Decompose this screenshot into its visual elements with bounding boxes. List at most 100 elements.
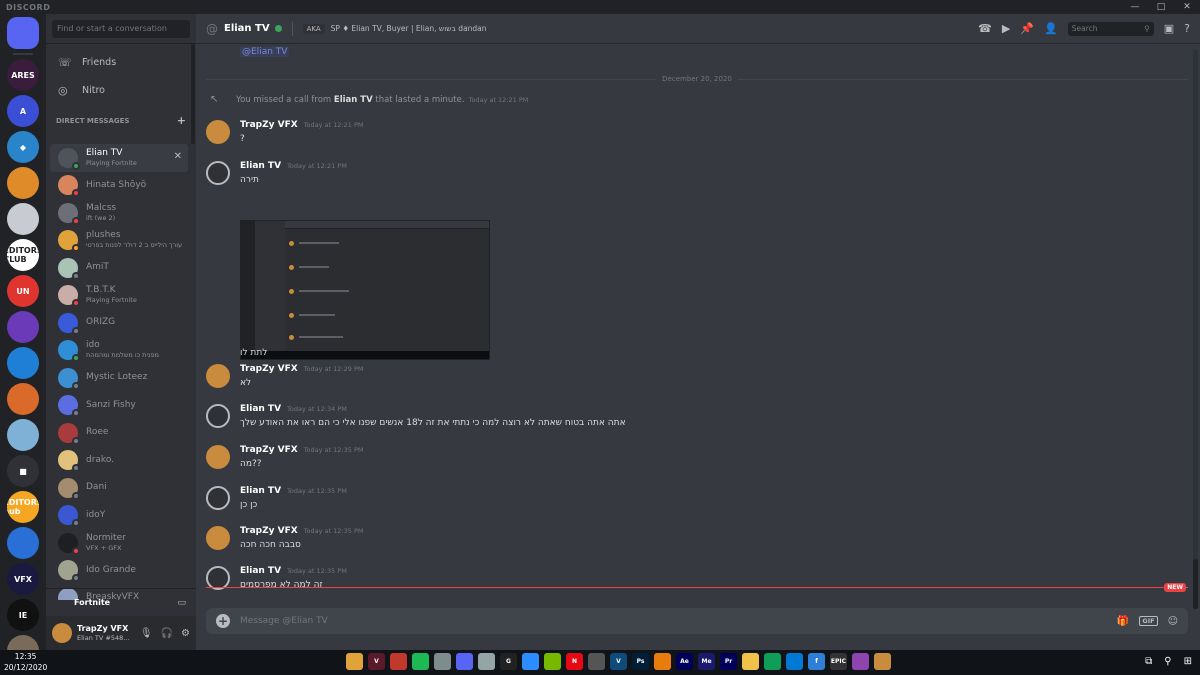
start-windows-icon[interactable]: ⊞	[1184, 656, 1192, 667]
dm-scrollbar[interactable]	[191, 44, 195, 144]
taskbar-app-icon[interactable]: Me	[698, 653, 715, 670]
dm-item[interactable]: ido מפנית כו משלמת ומהמהת	[50, 337, 188, 365]
taskbar-app-icon[interactable]: V	[368, 653, 385, 670]
upload-plus-icon[interactable]: +	[216, 614, 230, 628]
server-icon[interactable]: ARES	[7, 59, 39, 91]
taskbar-app-icon[interactable]	[390, 653, 407, 670]
dm-item[interactable]: idoY	[50, 502, 188, 530]
message-author[interactable]: TrapZy VFX	[240, 364, 298, 374]
taskbar-app-icon[interactable]	[874, 653, 891, 670]
server-icon[interactable]: ◆	[7, 131, 39, 163]
dm-item[interactable]: AmiT	[50, 254, 188, 282]
server-icon[interactable]: UN	[7, 275, 39, 307]
find-conversation-input[interactable]: Find or start a conversation	[52, 20, 190, 38]
dm-item[interactable]: drako.	[50, 447, 188, 475]
chat-scrollbar[interactable]	[1193, 49, 1198, 609]
message-author[interactable]: Elian TV	[240, 404, 281, 414]
message-avatar[interactable]	[206, 445, 230, 469]
taskbar-app-icon[interactable]: Pr	[720, 653, 737, 670]
taskbar-app-icon[interactable]	[478, 653, 495, 670]
nitro-nav[interactable]: ◎ Nitro	[46, 76, 196, 104]
pinned-messages-icon[interactable]: 📌	[1020, 22, 1034, 35]
taskbar-app-icon[interactable]: Ae	[676, 653, 693, 670]
taskbar-app-icon[interactable]	[588, 653, 605, 670]
taskbar-app-icon[interactable]	[764, 653, 781, 670]
server-icon[interactable]	[7, 635, 39, 650]
taskbar-app-icon[interactable]	[434, 653, 451, 670]
maximize-button[interactable]: □	[1148, 2, 1174, 12]
dm-item[interactable]: Elian TV Playing Fortnite ✕	[50, 144, 188, 172]
taskbar-app-icon[interactable]	[852, 653, 869, 670]
message-author[interactable]: Elian TV	[240, 486, 281, 496]
server-icon[interactable]	[7, 203, 39, 235]
gif-button[interactable]: GIF	[1139, 616, 1158, 626]
taskbar-app-icon[interactable]	[742, 653, 759, 670]
taskbar-app-icon[interactable]	[654, 653, 671, 670]
message-author[interactable]: Elian TV	[240, 161, 281, 171]
message-avatar[interactable]	[206, 404, 230, 428]
server-icon[interactable]: A	[7, 95, 39, 127]
taskbar-app-icon[interactable]: EPIC	[830, 653, 847, 670]
server-icon[interactable]: ■	[7, 455, 39, 487]
taskbar-app-icon[interactable]: N	[566, 653, 583, 670]
headphones-icon[interactable]: 🎧	[161, 628, 173, 639]
settings-gear-icon[interactable]: ⚙	[181, 628, 190, 639]
gift-icon[interactable]: 🎁	[1117, 616, 1129, 627]
close-window-button[interactable]: ✕	[1174, 2, 1200, 12]
message-author[interactable]: TrapZy VFX	[240, 120, 298, 130]
server-icon[interactable]: EDITORS CLUB	[7, 239, 39, 271]
video-call-icon[interactable]: ▶	[1002, 22, 1010, 35]
inbox-icon[interactable]: ▣	[1164, 22, 1174, 35]
screenshot-attachment[interactable]	[240, 220, 490, 360]
server-icon[interactable]	[7, 527, 39, 559]
server-icon[interactable]: VFX	[7, 563, 39, 595]
server-icon[interactable]	[7, 347, 39, 379]
message-input[interactable]: Message @Elian TV	[240, 616, 328, 626]
dm-item[interactable]: Dani	[50, 474, 188, 502]
create-dm-icon[interactable]: +	[177, 114, 186, 127]
taskbar-app-icon[interactable]	[544, 653, 561, 670]
close-dm-icon[interactable]: ✕	[174, 151, 182, 162]
dm-item[interactable]: Mystic Loteez	[50, 364, 188, 392]
taskbar-app-icon[interactable]	[456, 653, 473, 670]
help-icon[interactable]: ?	[1184, 22, 1190, 35]
dm-item[interactable]: Ido Grande	[50, 557, 188, 585]
message-author[interactable]: TrapZy VFX	[240, 526, 298, 536]
server-icon[interactable]	[7, 167, 39, 199]
task-view-icon[interactable]: ⧉	[1145, 656, 1152, 667]
server-icon[interactable]	[7, 419, 39, 451]
dm-item[interactable]: Malcss ift (we 2)	[50, 199, 188, 227]
taskbar-app-icon[interactable]: f	[808, 653, 825, 670]
dm-item[interactable]: Roee	[50, 419, 188, 447]
dm-item[interactable]: Sanzi Fishy	[50, 392, 188, 420]
message-avatar[interactable]	[206, 364, 230, 388]
add-friend-to-dm-icon[interactable]: 👤	[1044, 22, 1058, 35]
dm-item[interactable]: T.B.T.K Playing Fortnite	[50, 282, 188, 310]
screen-share-icon[interactable]: ▭	[177, 598, 186, 608]
message-avatar[interactable]	[206, 486, 230, 510]
taskbar-app-icon[interactable]	[346, 653, 363, 670]
dm-item[interactable]: ORIZG	[50, 309, 188, 337]
taskbar-app-icon[interactable]	[522, 653, 539, 670]
taskbar-app-icon[interactable]	[786, 653, 803, 670]
friends-nav[interactable]: ☏ Friends	[46, 48, 196, 76]
taskbar-app-icon[interactable]: V	[610, 653, 627, 670]
mention-chip[interactable]: @Elian TV	[240, 47, 290, 57]
taskbar-app-icon[interactable]	[412, 653, 429, 670]
message-author[interactable]: Elian TV	[240, 566, 281, 576]
message-avatar[interactable]	[206, 120, 230, 144]
minimize-button[interactable]: —	[1122, 2, 1148, 12]
search-taskbar-icon[interactable]: ⚲	[1164, 656, 1171, 667]
user-avatar[interactable]	[52, 623, 72, 643]
chat-scroll-thumb[interactable]	[1193, 559, 1198, 609]
server-icon[interactable]: EDITORS hub	[7, 491, 39, 523]
taskbar-app-icon[interactable]: G	[500, 653, 517, 670]
header-search-input[interactable]: Search ⚲	[1067, 21, 1154, 36]
message-avatar[interactable]	[206, 161, 230, 185]
message-author[interactable]: TrapZy VFX	[240, 445, 298, 455]
emoji-icon[interactable]: ☺	[1168, 616, 1178, 627]
server-icon[interactable]	[7, 311, 39, 343]
missed-call-name[interactable]: Elian TV	[334, 95, 373, 105]
taskbar-app-icon[interactable]: Ps	[632, 653, 649, 670]
server-icon[interactable]	[7, 383, 39, 415]
